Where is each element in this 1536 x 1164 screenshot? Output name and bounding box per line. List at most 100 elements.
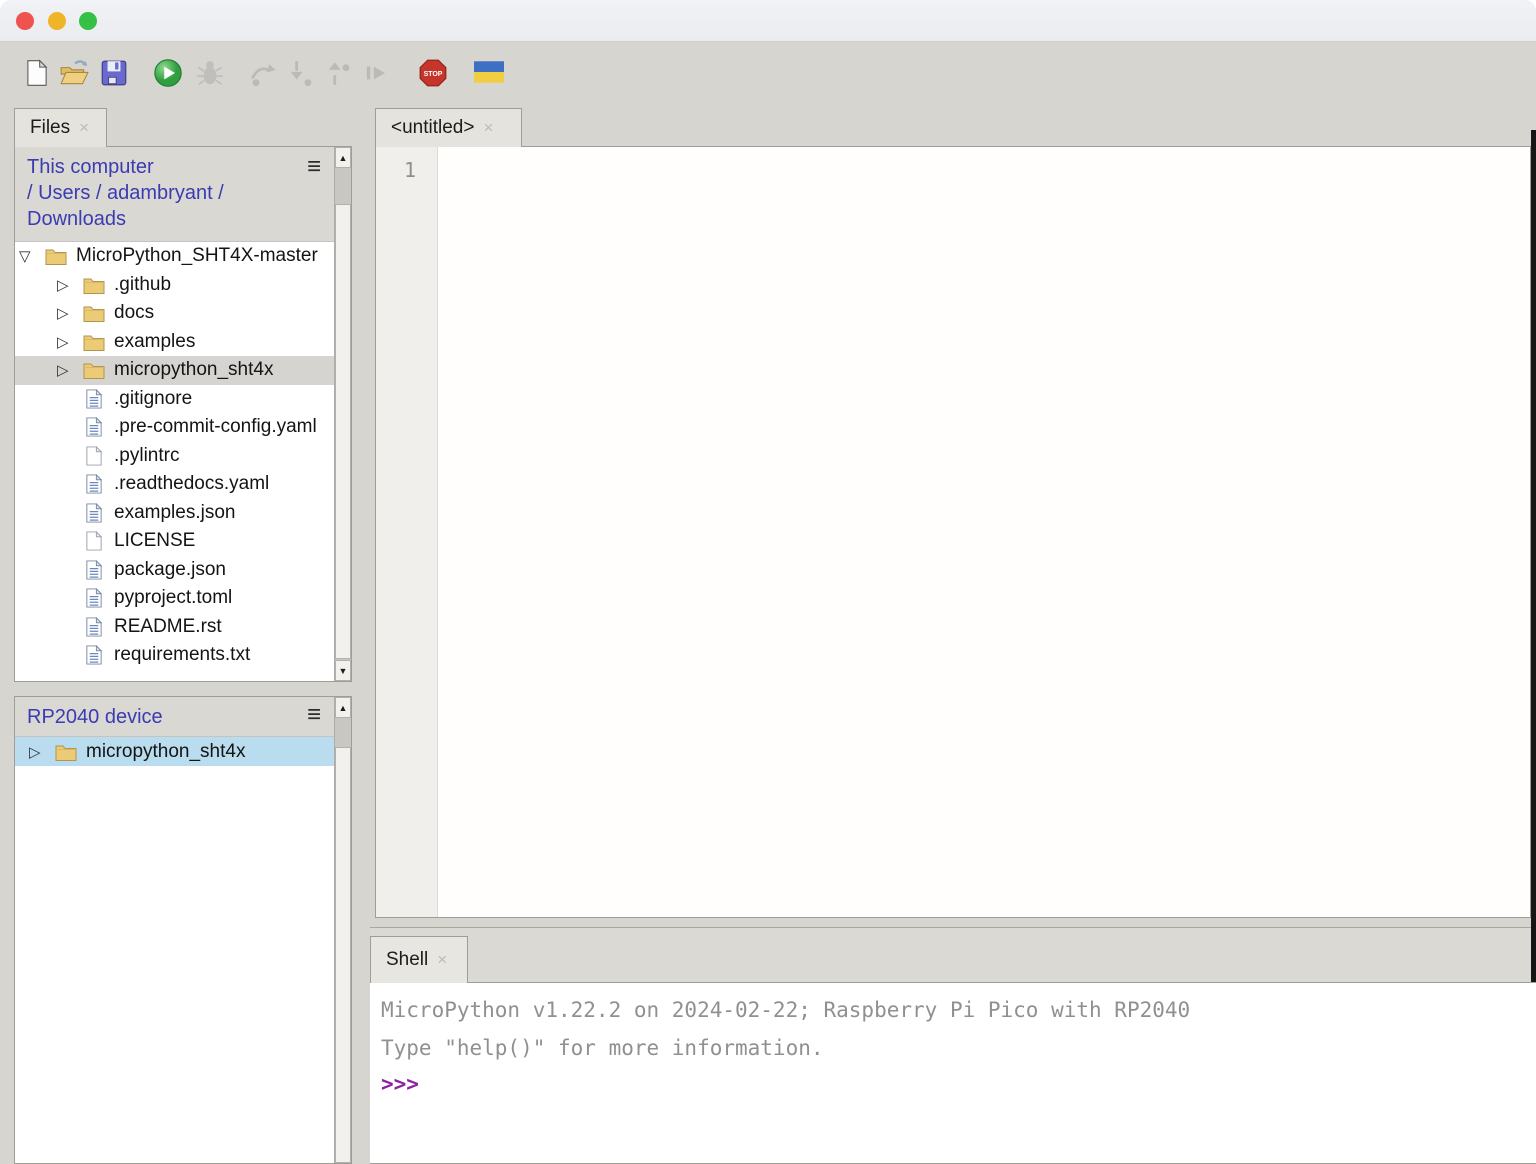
svg-text:STOP: STOP	[424, 71, 443, 78]
resume-icon	[362, 58, 392, 88]
tree-item-label: .github	[114, 274, 171, 296]
breadcrumb-downloads[interactable]: Downloads	[27, 206, 311, 232]
run-icon	[153, 58, 183, 88]
plain-file-icon	[83, 446, 105, 466]
files-menu-button[interactable]: ≡	[307, 157, 321, 177]
folder-icon	[45, 246, 67, 266]
device-menu-button[interactable]: ≡	[307, 705, 321, 725]
tree-item-file[interactable]: pyproject.toml	[15, 584, 351, 613]
new-file-icon	[22, 58, 52, 88]
resume-button	[362, 58, 392, 88]
scroll-up-icon[interactable]: ▲	[335, 697, 351, 718]
folder-icon	[83, 332, 105, 352]
tree-item-label: package.json	[114, 559, 226, 581]
text-file-icon	[83, 503, 105, 523]
tree-item-folder[interactable]: ▷ .github	[15, 271, 351, 300]
chevron-collapsed-icon[interactable]: ▷	[29, 743, 55, 761]
step-out-icon	[324, 58, 354, 88]
folder-icon	[55, 742, 77, 762]
text-file-icon	[83, 588, 105, 608]
files-scrollbar-thumb[interactable]	[335, 204, 351, 659]
line-number: 1	[376, 158, 416, 182]
tree-item-file[interactable]: LICENSE	[15, 527, 351, 556]
tab-files-label: Files	[30, 117, 70, 139]
shell-banner-line: MicroPython v1.22.2 on 2024-02-22; Raspb…	[381, 991, 1536, 1029]
chevron-collapsed-icon[interactable]: ▷	[57, 333, 83, 351]
tree-item-label: micropython_sht4x	[86, 741, 245, 763]
tab-files[interactable]: Files ×	[14, 108, 107, 147]
files-scrollbar[interactable]: ▲ ▼	[334, 147, 351, 681]
shell-tab-band	[370, 927, 1536, 983]
tree-item-label: micropython_sht4x	[114, 359, 273, 381]
tab-untitled[interactable]: <untitled> ×	[375, 108, 522, 147]
scroll-up-icon[interactable]: ▲	[335, 147, 351, 168]
chevron-collapsed-icon[interactable]: ▷	[57, 276, 83, 294]
tree-item-label: docs	[114, 302, 154, 324]
text-file-icon	[83, 474, 105, 494]
chevron-collapsed-icon[interactable]: ▷	[57, 304, 83, 322]
stop-restart-button[interactable]: STOP	[418, 58, 448, 88]
zoom-window-button[interactable]	[79, 12, 97, 30]
close-icon[interactable]: ×	[437, 950, 447, 970]
plain-file-icon	[83, 531, 105, 551]
files-panel: This computer / Users / adambryant / Dow…	[14, 146, 352, 682]
tree-item-device-folder-selected[interactable]: ▷ micropython_sht4x	[15, 737, 351, 766]
save-floppy-icon	[99, 58, 129, 88]
tree-item-root-folder[interactable]: ▽ MicroPython_SHT4X-master	[15, 242, 351, 271]
tree-item-file[interactable]: .readthedocs.yaml	[15, 470, 351, 499]
tree-item-file[interactable]: .pre-commit-config.yaml	[15, 413, 351, 442]
open-file-button[interactable]	[59, 58, 89, 88]
tree-item-folder[interactable]: ▷ docs	[15, 299, 351, 328]
step-over-icon	[248, 58, 278, 88]
editor-text-area[interactable]	[438, 147, 1530, 917]
chevron-collapsed-icon[interactable]: ▷	[57, 361, 83, 379]
step-into-icon	[287, 58, 317, 88]
step-out-button	[324, 58, 354, 88]
debug-script-button	[195, 58, 225, 88]
shell-panel[interactable]: MicroPython v1.22.2 on 2024-02-22; Raspb…	[370, 982, 1536, 1164]
device-scrollbar-thumb[interactable]	[335, 747, 351, 1163]
shell-help-line: Type "help()" for more information.	[381, 1029, 1536, 1067]
tree-item-file[interactable]: .pylintrc	[15, 442, 351, 471]
new-file-button[interactable]	[22, 58, 52, 88]
files-tree: ▽ MicroPython_SHT4X-master ▷ .github ▷ d…	[15, 242, 351, 670]
device-panel-title: RP2040 device	[27, 706, 163, 728]
tree-item-label: .pre-commit-config.yaml	[114, 416, 317, 438]
tree-item-label: .pylintrc	[114, 445, 179, 467]
scroll-down-icon[interactable]: ▼	[335, 660, 351, 681]
tree-item-file[interactable]: examples.json	[15, 499, 351, 528]
step-into-button	[287, 58, 317, 88]
text-file-icon	[83, 645, 105, 665]
tab-shell[interactable]: Shell ×	[370, 936, 468, 983]
tree-item-file[interactable]: .gitignore	[15, 385, 351, 414]
stop-sign-icon: STOP	[418, 58, 448, 88]
tree-item-file[interactable]: README.rst	[15, 613, 351, 642]
tree-item-folder[interactable]: ▷ examples	[15, 328, 351, 357]
step-over-button	[248, 58, 278, 88]
close-icon[interactable]: ×	[79, 118, 89, 138]
close-icon[interactable]: ×	[483, 118, 493, 138]
tab-shell-label: Shell	[386, 949, 428, 971]
run-script-button[interactable]	[153, 58, 183, 88]
text-file-icon	[83, 389, 105, 409]
chevron-expanded-icon[interactable]: ▽	[19, 247, 45, 265]
support-ukraine-flag-button[interactable]	[474, 61, 504, 83]
device-scrollbar[interactable]: ▲	[334, 697, 351, 1163]
toolbar: STOP	[0, 43, 1536, 107]
breadcrumb-users-adambryant[interactable]: / Users / adambryant /	[27, 180, 311, 206]
breadcrumb-this-computer[interactable]: This computer	[27, 154, 311, 180]
shell-prompt[interactable]: >>>	[381, 1067, 1536, 1101]
tree-item-label: .gitignore	[114, 388, 192, 410]
tree-item-file[interactable]: package.json	[15, 556, 351, 585]
tree-item-file[interactable]: requirements.txt	[15, 641, 351, 670]
tree-item-label: requirements.txt	[114, 644, 250, 666]
folder-icon	[83, 360, 105, 380]
minimize-window-button[interactable]	[48, 12, 66, 30]
tree-item-folder-selected[interactable]: ▷ micropython_sht4x	[15, 356, 351, 385]
save-file-button[interactable]	[99, 58, 129, 88]
close-window-button[interactable]	[16, 12, 34, 30]
text-file-icon	[83, 560, 105, 580]
debug-bug-icon	[195, 58, 225, 88]
files-breadcrumb-header: This computer / Users / adambryant / Dow…	[15, 147, 351, 242]
tree-item-label: .readthedocs.yaml	[114, 473, 269, 495]
